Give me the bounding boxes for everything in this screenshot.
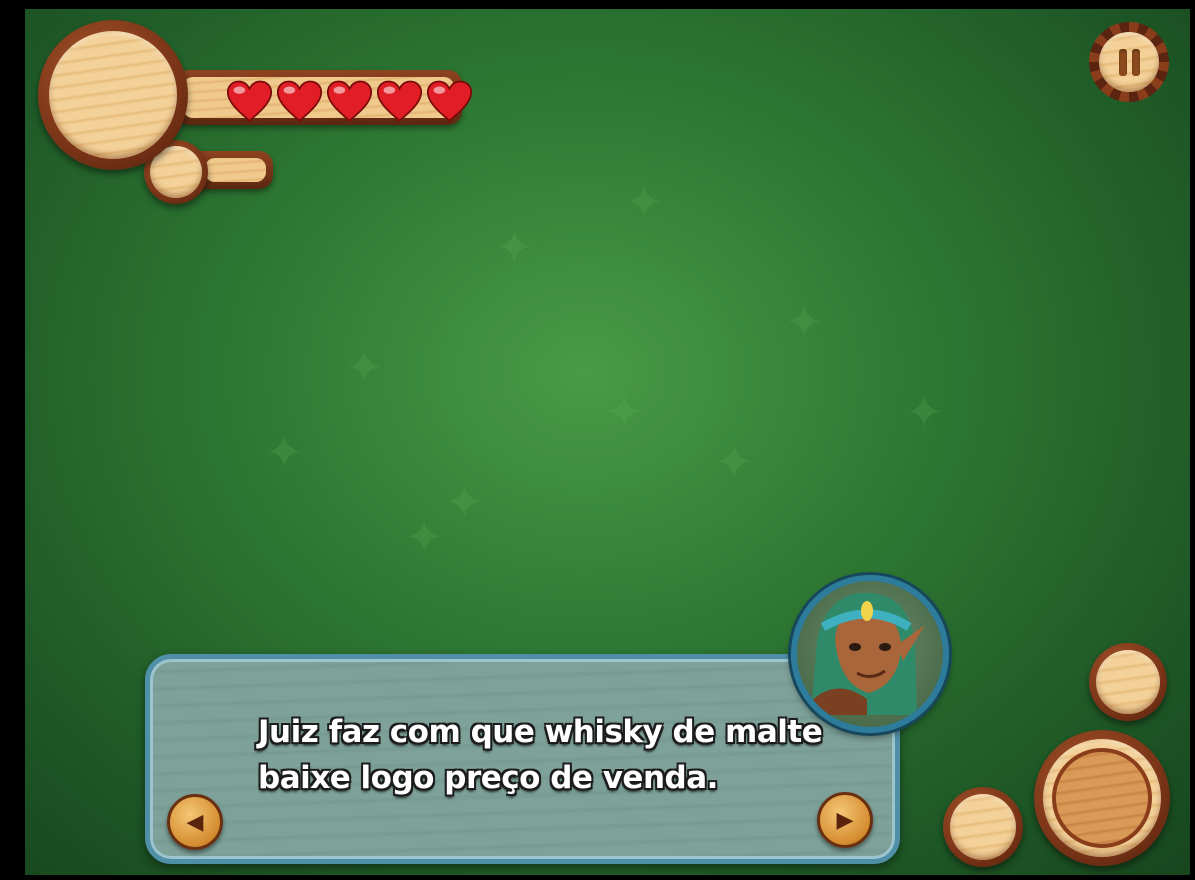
action-button-small-top[interactable] bbox=[1089, 643, 1167, 721]
leaf-decoration-icon: ✦ bbox=[625, 175, 664, 229]
action-button-small-left[interactable] bbox=[943, 787, 1023, 867]
avatar-slot bbox=[38, 20, 188, 170]
dialog-prev-button[interactable]: ◀ bbox=[167, 794, 223, 850]
elf-character-icon bbox=[807, 592, 925, 715]
pause-icon bbox=[1099, 32, 1159, 92]
leaf-decoration-icon: ✦ bbox=[785, 295, 824, 349]
leaf-decoration-icon: ✦ bbox=[265, 425, 304, 479]
game-viewport: ✦ ✦ ✦ ✦ ✦ ✦ ✦ ✦ ✦ ✦ Juiz faz com que whi… bbox=[25, 9, 1190, 875]
pause-button[interactable] bbox=[1089, 22, 1169, 102]
hearts-row bbox=[226, 80, 473, 122]
action-button-large[interactable] bbox=[1034, 730, 1170, 866]
leaf-decoration-icon: ✦ bbox=[905, 385, 944, 439]
leaf-decoration-icon: ✦ bbox=[715, 435, 754, 489]
leaf-decoration-icon: ✦ bbox=[605, 385, 644, 439]
dialog-next-button[interactable]: ▶ bbox=[817, 792, 873, 848]
heart-icon bbox=[326, 80, 373, 122]
speaker-portrait bbox=[791, 575, 949, 733]
heart-icon bbox=[276, 80, 323, 122]
heart-icon bbox=[376, 80, 423, 122]
leaf-decoration-icon: ✦ bbox=[405, 510, 444, 564]
triangle-right-icon: ▶ bbox=[836, 807, 854, 833]
leaf-decoration-icon: ✦ bbox=[495, 220, 534, 274]
heart-icon bbox=[226, 80, 273, 122]
dialog-text: Juiz faz com que whisky de malte baixe l… bbox=[258, 714, 823, 796]
dialog-box: Juiz faz com que whisky de malte baixe l… bbox=[145, 654, 900, 864]
leaf-decoration-icon: ✦ bbox=[345, 340, 384, 394]
triangle-left-icon: ◀ bbox=[186, 809, 204, 835]
heart-icon bbox=[426, 80, 473, 122]
leaf-decoration-icon: ✦ bbox=[445, 475, 484, 529]
